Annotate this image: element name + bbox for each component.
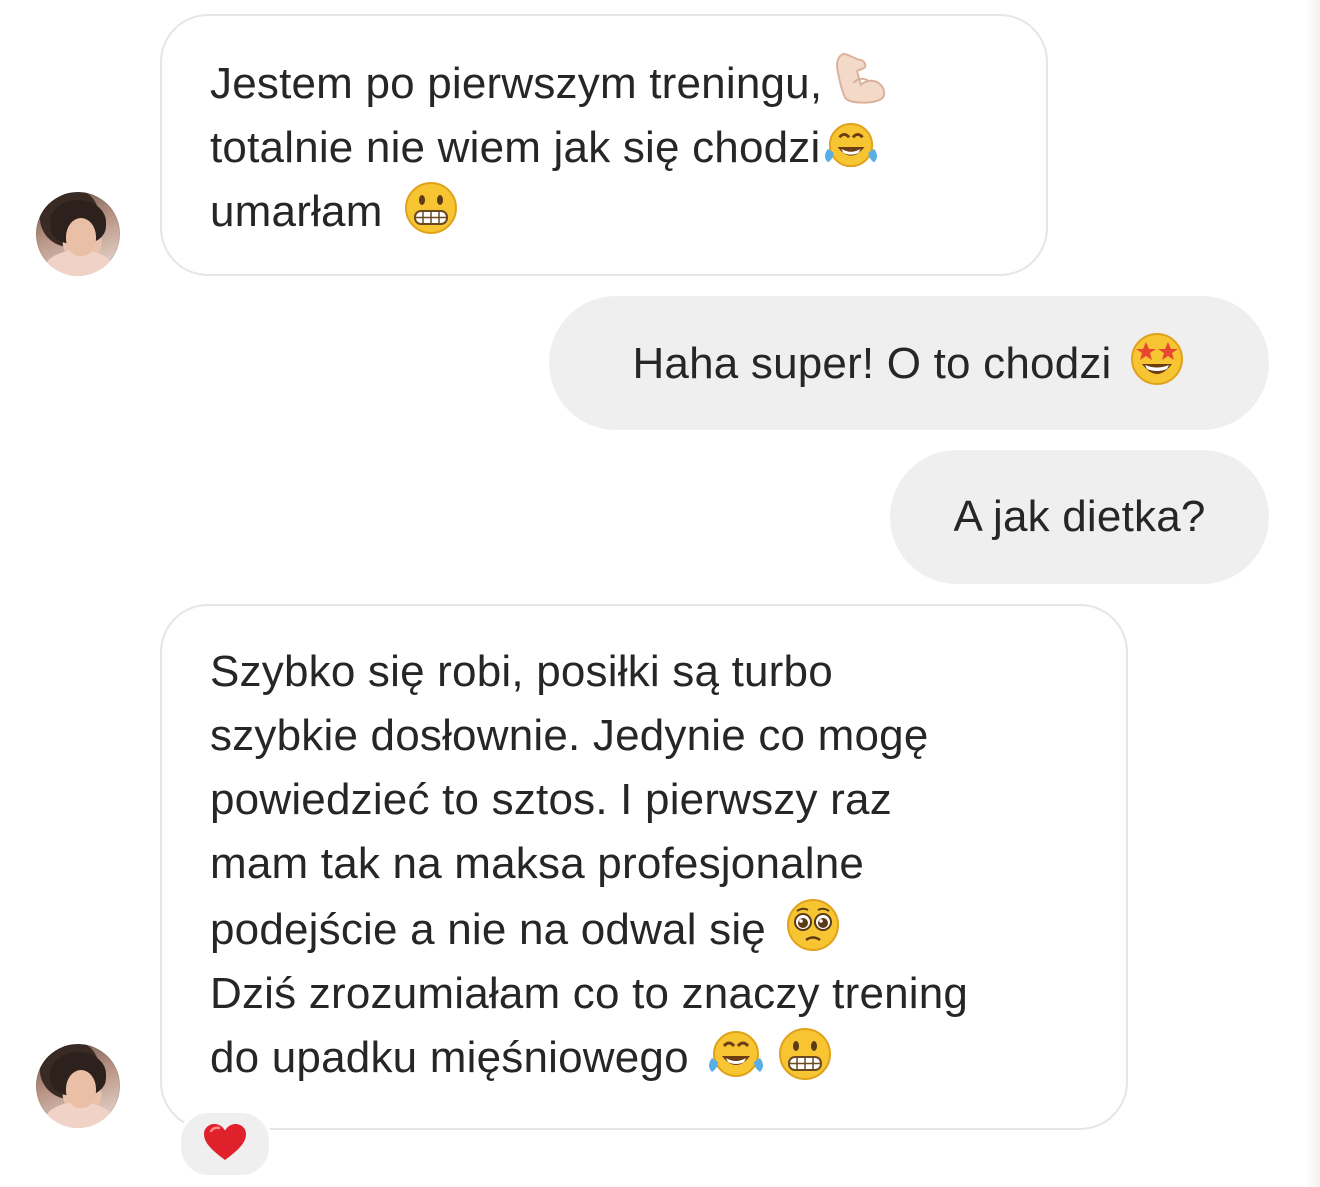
grimacing-face-icon [403,180,459,236]
message-line: umarłam [210,180,998,244]
message-line: Szybko się robi, posiłki są turbo [210,647,833,696]
grimacing-face-icon [777,1026,833,1082]
red-heart-icon [202,1122,248,1167]
message-line: Jestem po pierwszym treningu, [210,50,998,116]
message-line: powiedzieć to sztos. I pierwszy raz [210,775,892,824]
received-message-bubble[interactable]: Jestem po pierwszym treningu, totalnie n… [160,14,1048,276]
tears-of-joy-icon [822,120,880,172]
star-struck-icon [1128,330,1186,388]
sent-message-bubble[interactable]: Haha super! O to chodzi [549,296,1269,430]
flexed-biceps-icon [830,50,888,108]
message-line: podejście a nie na odwal się [210,896,1078,962]
message-line: A jak dietka? [953,492,1206,541]
tears-of-joy-icon [705,1028,767,1082]
received-message-bubble[interactable]: Szybko się robi, posiłki są turbo szybki… [160,604,1128,1130]
sender-avatar[interactable] [36,1044,120,1128]
message-line: Dziś zrozumiałam co to znaczy trening [210,969,969,1018]
sender-avatar[interactable] [36,192,120,276]
message-reaction[interactable] [178,1110,272,1178]
message-line: totalnie nie wiem jak się chodzi [210,116,998,180]
message-line: szybkie dosłownie. Jedynie co mogę [210,711,929,760]
message-line: do upadku mięśniowego [210,1026,1078,1090]
message-line: Haha super! O to chodzi [632,330,1185,396]
pleading-face-icon [784,896,842,954]
sent-message-bubble[interactable]: A jak dietka? [890,450,1269,584]
message-line: mam tak na maksa profesjonalne [210,839,865,888]
screen-edge [1306,0,1320,1187]
